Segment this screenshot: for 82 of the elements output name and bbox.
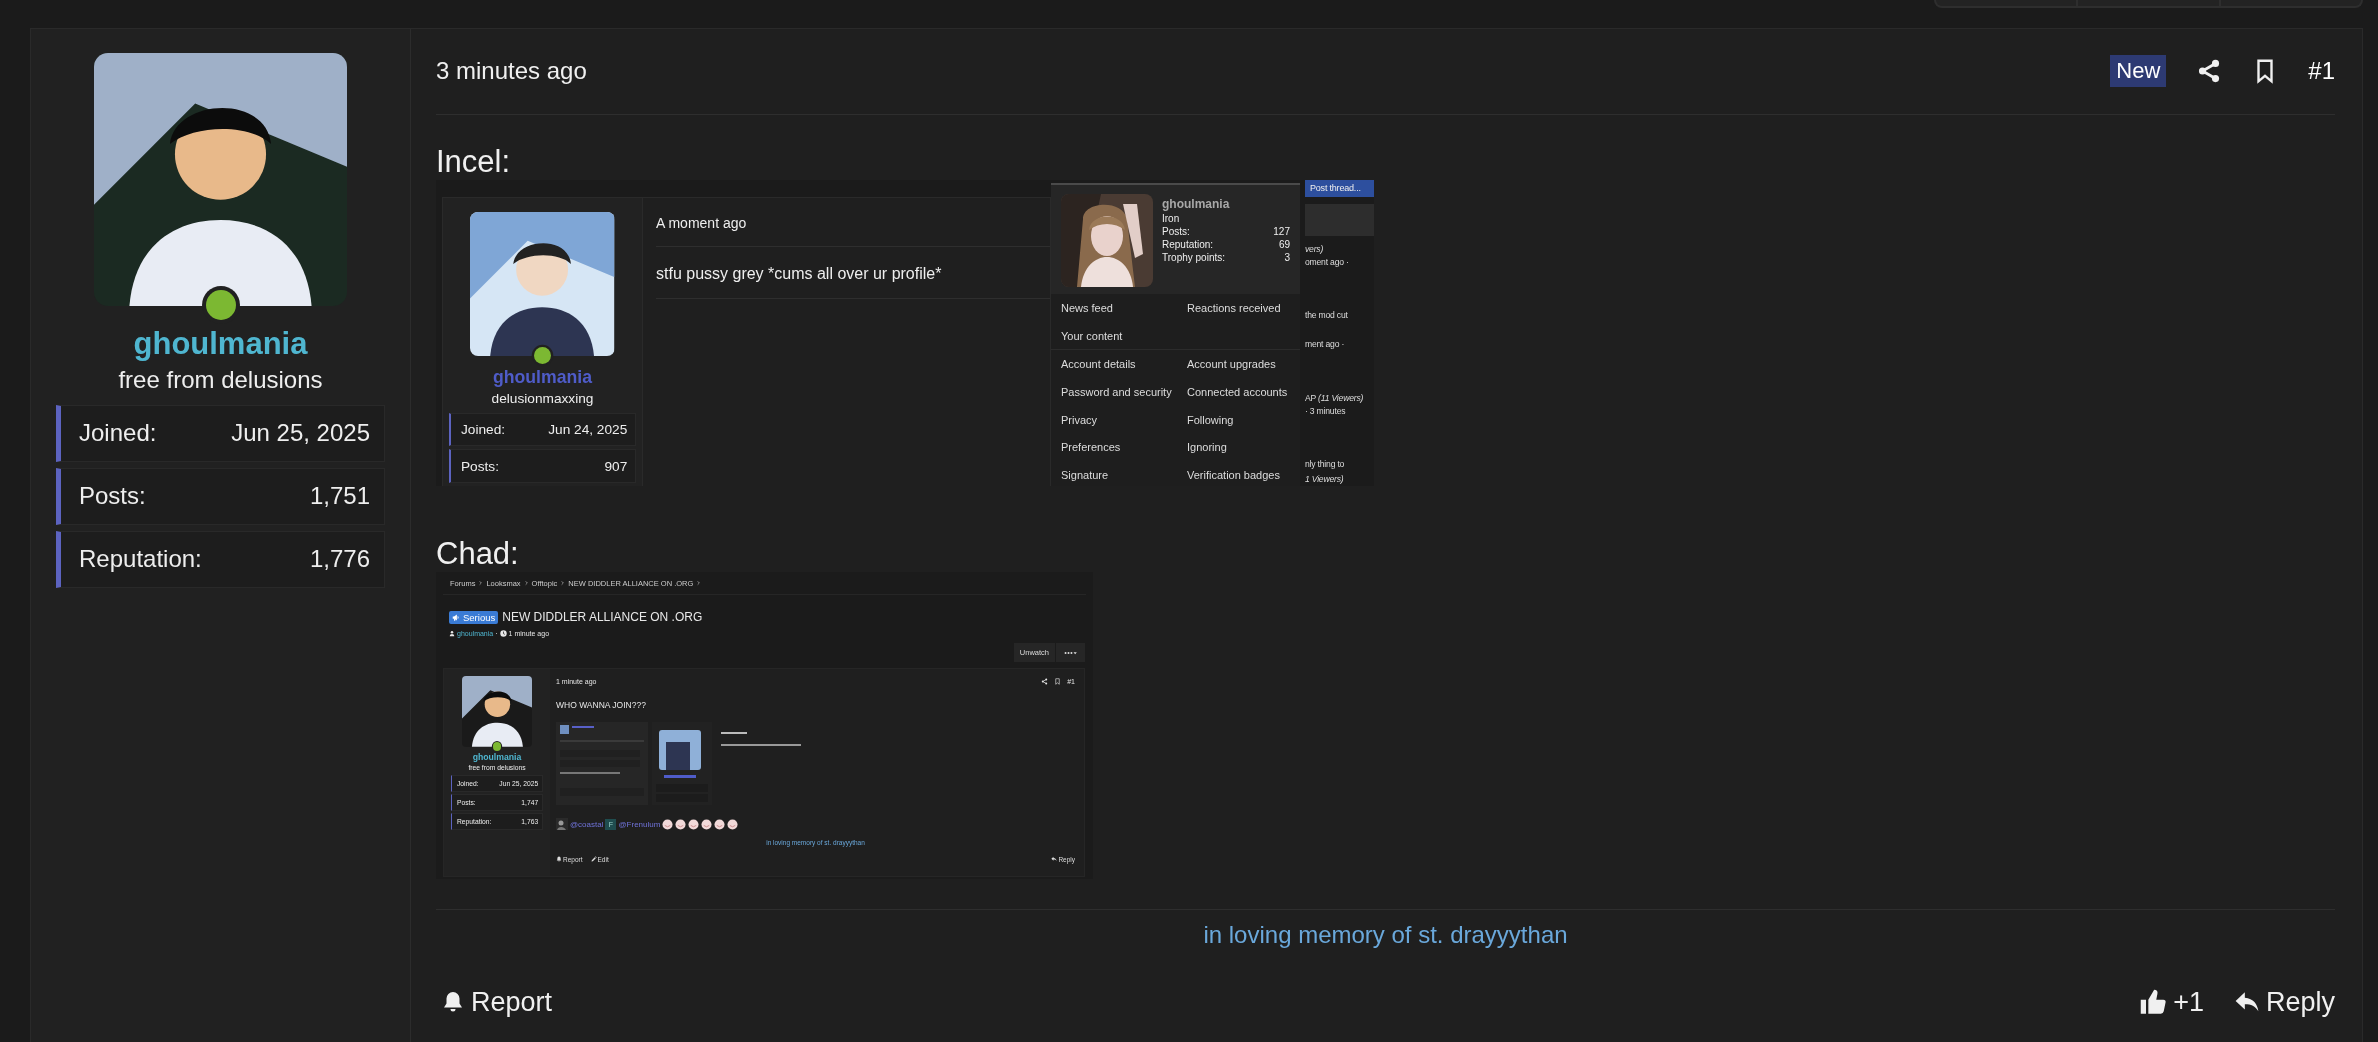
menu-item[interactable]: Verification badges bbox=[1187, 461, 1290, 486]
chevron-icon bbox=[523, 580, 529, 586]
stat-value: 69 bbox=[1278, 238, 1290, 251]
bell-icon bbox=[441, 990, 465, 1014]
stat-label: Reputation: bbox=[79, 545, 202, 574]
emoji-icon bbox=[714, 818, 726, 830]
thread-snippet: ment ago · bbox=[1305, 338, 1345, 351]
post-number-link[interactable]: #1 bbox=[2308, 57, 2335, 85]
username-link[interactable]: ghoulmania bbox=[472, 752, 522, 763]
post-text: WHO WANNA JOIN??? bbox=[556, 700, 647, 710]
stat-value: 3 bbox=[1284, 251, 1290, 264]
stat-label: Posts: bbox=[1162, 225, 1190, 238]
thread-snippet: vers) bbox=[1305, 243, 1324, 256]
emoji-icon bbox=[675, 818, 687, 830]
thread-snippet: · 3 minutes bbox=[1305, 405, 1346, 418]
stat-label: Joined: bbox=[461, 421, 506, 437]
stat-value: 907 bbox=[604, 458, 628, 474]
username-link[interactable]: ghoulmania bbox=[133, 325, 308, 363]
post-thread-button[interactable]: Post thread... bbox=[1305, 180, 1374, 197]
menu-item[interactable]: Preferences bbox=[1061, 433, 1187, 462]
menu-item[interactable]: Reactions received bbox=[1187, 294, 1290, 322]
report-button[interactable]: Report bbox=[441, 986, 553, 1018]
prefix-text: Serious bbox=[463, 611, 496, 623]
bell-icon bbox=[556, 856, 562, 862]
more-button[interactable] bbox=[1055, 643, 1085, 662]
pencil-icon bbox=[590, 856, 597, 862]
clock-icon bbox=[499, 630, 507, 637]
user-rank: Iron bbox=[1162, 212, 1181, 225]
signature-text: in loving memory of st. drayyythan bbox=[1202, 921, 1569, 949]
mention-link[interactable]: @Frenulum bbox=[618, 819, 661, 829]
share-icon[interactable] bbox=[1041, 677, 1049, 685]
user-title: delusionmaxxing bbox=[491, 390, 594, 407]
emoji-icon bbox=[662, 818, 674, 830]
reply-button[interactable]: Reply bbox=[2233, 986, 2335, 1018]
stat-value: 1,751 bbox=[309, 482, 370, 511]
thread-snippet: the mod cut bbox=[1305, 309, 1348, 322]
thread-snippet: nly thing to bbox=[1305, 458, 1345, 471]
thread-title: NEW DIDDLER ALLIANCE ON .ORG bbox=[502, 610, 703, 624]
user-icon bbox=[449, 630, 455, 637]
post-time: 3 minutes ago bbox=[436, 57, 588, 85]
mention-link[interactable]: @coastal bbox=[570, 819, 604, 829]
new-badge: New bbox=[2110, 55, 2167, 87]
menu-item[interactable]: Ignoring bbox=[1187, 433, 1290, 462]
menu-item[interactable]: Account upgrades bbox=[1187, 350, 1290, 379]
stat-label: Joined: bbox=[79, 419, 157, 448]
menu-item[interactable]: Your content bbox=[1061, 321, 1187, 350]
emoji-icon bbox=[701, 818, 713, 830]
like-button[interactable]: +1 bbox=[2139, 986, 2204, 1018]
post-text: stfu pussy grey *cums all over ur profile* bbox=[656, 264, 943, 284]
section-heading: Chad: bbox=[436, 536, 520, 572]
stat-label: Posts: bbox=[79, 482, 146, 511]
stat-value: Jun 25, 2025 bbox=[231, 419, 370, 448]
stat-value: 1,776 bbox=[309, 545, 370, 574]
post-time: A moment ago bbox=[656, 214, 748, 232]
stat-value: Jun 24, 2025 bbox=[548, 421, 628, 437]
menu-username: ghoulmania bbox=[1162, 196, 1231, 212]
avatar-icon bbox=[556, 818, 568, 830]
stat-label: Posts: bbox=[461, 458, 499, 474]
menu-item[interactable]: Signature bbox=[1061, 461, 1187, 486]
reply-icon bbox=[1051, 856, 1058, 862]
chevron-icon bbox=[560, 580, 566, 586]
menu-item[interactable]: Following bbox=[1187, 405, 1290, 434]
stat-value: 127 bbox=[1273, 225, 1290, 238]
thread-snippet: oment ago · bbox=[1305, 256, 1349, 269]
chevron-icon bbox=[478, 580, 484, 586]
menu-item[interactable]: Privacy bbox=[1061, 405, 1187, 434]
megaphone-icon bbox=[452, 612, 461, 622]
emoji-icon bbox=[688, 818, 700, 830]
stat-label: Trophy points: bbox=[1162, 251, 1225, 264]
menu-item[interactable]: Password and security bbox=[1061, 378, 1187, 406]
menu-item[interactable]: Connected accounts bbox=[1187, 378, 1290, 406]
emoji-icon bbox=[727, 818, 739, 830]
chevron-icon bbox=[696, 580, 702, 586]
thumbs-up-icon bbox=[2139, 988, 2168, 1016]
section-heading: Incel: bbox=[436, 144, 512, 180]
stat-label: Reputation: bbox=[1162, 238, 1214, 251]
menu-item[interactable]: Account details bbox=[1061, 350, 1187, 379]
user-title: free from delusions bbox=[118, 366, 323, 395]
menu-item[interactable]: News feed bbox=[1061, 294, 1187, 322]
thread-snippet: 1 Viewers) bbox=[1305, 473, 1344, 486]
thread-snippet: AP (11 Viewers) bbox=[1305, 392, 1364, 405]
avatar bbox=[461, 676, 533, 747]
